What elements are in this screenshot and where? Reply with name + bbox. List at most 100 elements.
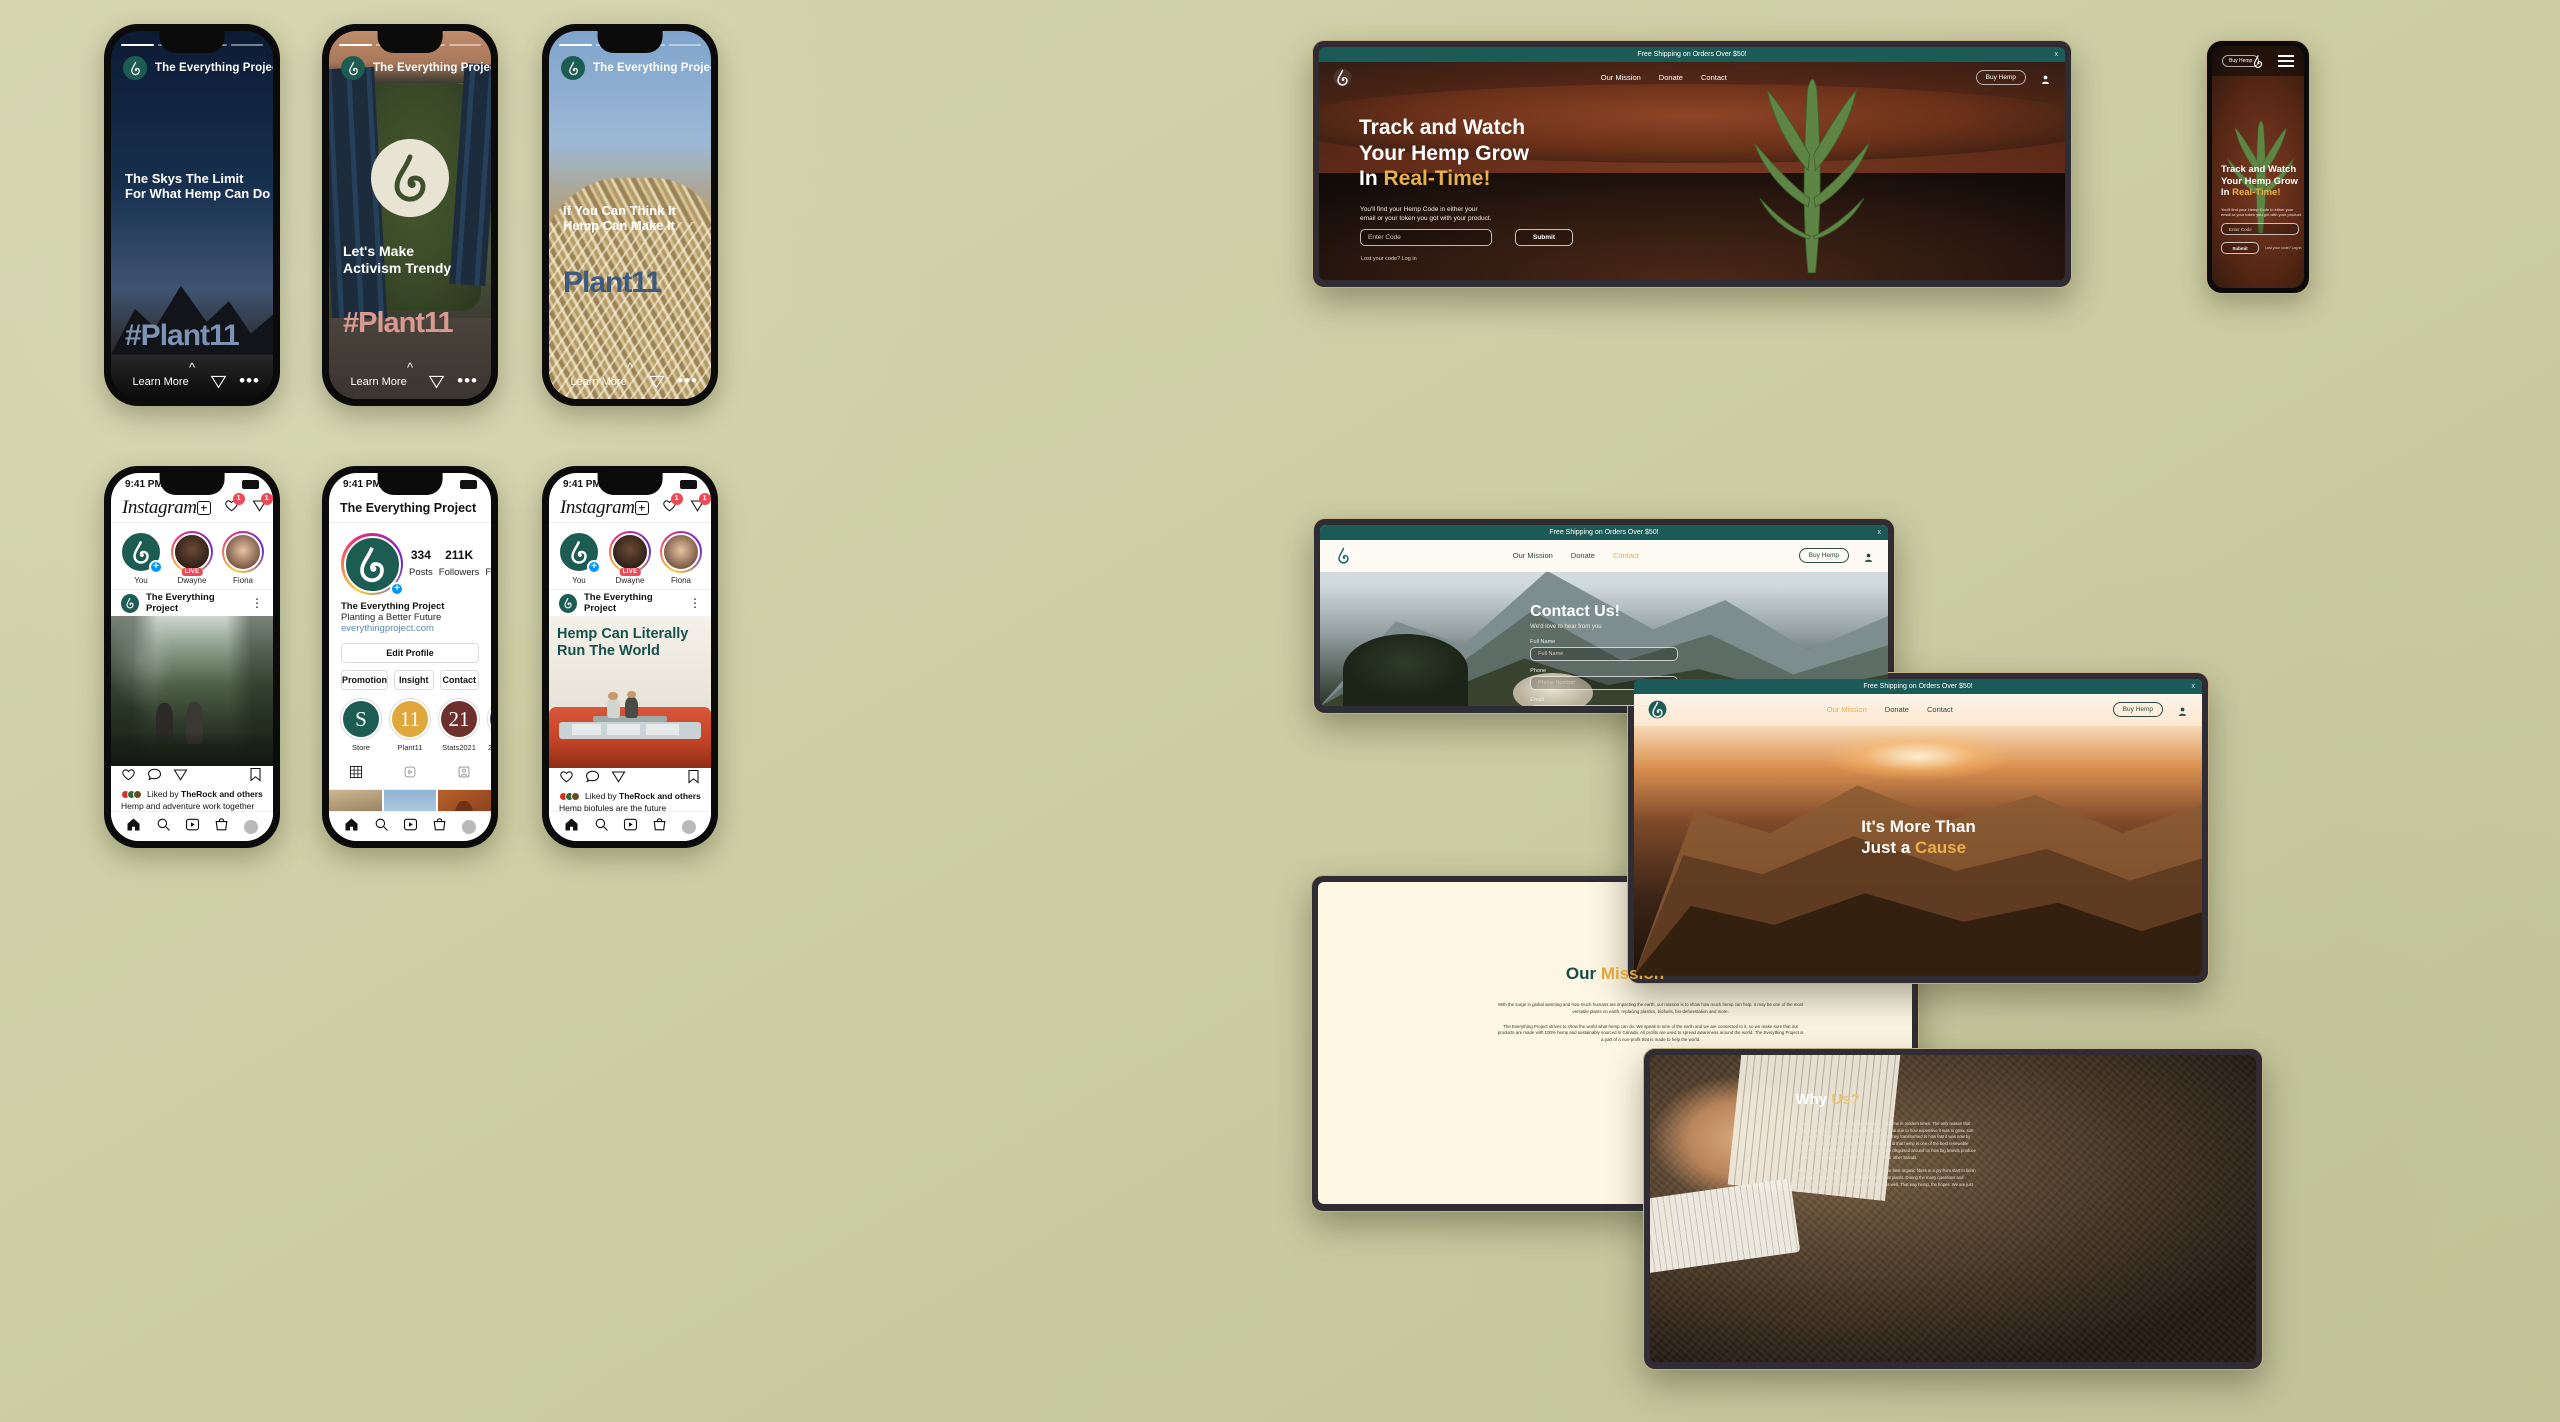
lost-code-link[interactable]: Lost your code? Log in: [2265, 246, 2301, 250]
direct-message-icon[interactable]: 1: [690, 492, 711, 518]
profile-content-tabs[interactable]: [329, 758, 491, 790]
tab-home-icon[interactable]: [564, 817, 579, 837]
bio-website-link[interactable]: everythingproject.com: [341, 623, 479, 634]
user-icon[interactable]: [2177, 704, 2188, 716]
story-cta-learn-more[interactable]: Learn More: [329, 376, 428, 388]
site-logo-icon[interactable]: [1334, 546, 1353, 565]
highlight-store[interactable]: S Store: [341, 699, 381, 752]
tab-reels-icon[interactable]: [623, 817, 638, 837]
tab-search-icon[interactable]: [594, 817, 609, 837]
stories-tray[interactable]: + You LIVE Dwayne Fiona Ken Jerm: [111, 523, 273, 590]
tab-home-icon[interactable]: [126, 817, 141, 837]
promo-close-icon[interactable]: x: [2192, 683, 2196, 690]
nav-link-donate[interactable]: Donate: [1659, 73, 1683, 82]
story-highlights[interactable]: S Store 11 Plant11 21 Stats2021 22 2022 …: [329, 690, 491, 752]
tab-reels-icon[interactable]: [403, 765, 417, 784]
hamburger-menu-icon[interactable]: [2278, 55, 2294, 67]
more-options-icon[interactable]: •••: [457, 372, 478, 389]
more-options-icon[interactable]: •••: [677, 372, 698, 389]
tab-profile-avatar[interactable]: [461, 819, 476, 834]
contact-button[interactable]: Contact: [439, 670, 479, 690]
nav-link-donate[interactable]: Donate: [1571, 551, 1595, 560]
buy-hemp-button[interactable]: Buy Hemp: [1798, 547, 1849, 563]
site-logo-icon[interactable]: [2251, 54, 2266, 69]
tab-reels-icon[interactable]: [403, 817, 418, 837]
tab-grid-icon[interactable]: [349, 765, 363, 784]
liked-by-name[interactable]: TheRock: [181, 789, 217, 799]
highlight-stats2021[interactable]: 21 Stats2021: [439, 699, 479, 752]
buy-hemp-button[interactable]: Buy Hemp: [1975, 69, 2026, 85]
bottom-tab-bar[interactable]: [329, 811, 491, 841]
nav-link-our-mission[interactable]: Our Mission: [1513, 551, 1553, 560]
bookmark-icon[interactable]: [686, 769, 701, 789]
promo-close-icon[interactable]: x: [1878, 529, 1882, 536]
nav-link-our-mission[interactable]: Our Mission: [1601, 73, 1641, 82]
send-icon[interactable]: [428, 373, 445, 390]
stories-tray[interactable]: + You LIVE Dwayne Fiona Ken Jerm: [549, 523, 711, 590]
bookmark-icon[interactable]: [248, 767, 263, 787]
activity-heart-icon[interactable]: 1: [224, 492, 245, 518]
liked-by-name[interactable]: TheRock: [619, 791, 655, 801]
send-icon[interactable]: [210, 373, 227, 390]
send-icon[interactable]: [648, 373, 665, 390]
user-icon[interactable]: [1863, 550, 1874, 562]
post-more-options-icon[interactable]: ⋮: [251, 597, 263, 609]
hemp-code-input[interactable]: Enter Code: [1360, 229, 1492, 246]
full-name-input[interactable]: Full Name: [1530, 647, 1679, 661]
story-cta-learn-more[interactable]: Learn More: [549, 376, 648, 388]
promo-close-icon[interactable]: x: [2055, 51, 2059, 58]
insight-button[interactable]: Insight: [394, 670, 434, 690]
story-item-you[interactable]: + You: [558, 531, 601, 585]
tab-shop-icon[interactable]: [432, 817, 447, 837]
profile-avatar[interactable]: +: [341, 533, 404, 596]
tab-tagged-icon[interactable]: [457, 765, 471, 784]
add-story-icon[interactable]: +: [390, 582, 404, 596]
edit-profile-button[interactable]: Edit Profile: [341, 643, 479, 663]
buy-hemp-button[interactable]: Buy Hemp: [2112, 701, 2163, 717]
tab-shop-icon[interactable]: [214, 817, 229, 837]
bottom-tab-bar[interactable]: [111, 811, 273, 841]
nav-links[interactable]: Our Mission Donate Contact: [1513, 551, 1639, 560]
activity-heart-icon[interactable]: 1: [662, 492, 683, 518]
add-story-icon[interactable]: +: [587, 560, 601, 574]
story-item-fiona[interactable]: Fiona: [222, 531, 264, 585]
tab-profile-avatar[interactable]: [681, 819, 696, 834]
comment-icon[interactable]: [147, 767, 162, 787]
promotion-button[interactable]: Promotion: [341, 670, 388, 690]
tab-shop-icon[interactable]: [652, 817, 667, 837]
story-cta-learn-more[interactable]: Learn More: [111, 376, 210, 388]
hemp-code-input[interactable]: Enter Code: [2221, 223, 2299, 235]
stat-followers[interactable]: 211K Followers: [439, 548, 480, 580]
post-more-options-icon[interactable]: ⋮: [689, 597, 701, 609]
add-story-icon[interactable]: +: [149, 560, 163, 574]
share-icon[interactable]: [611, 769, 626, 789]
nav-link-contact[interactable]: Contact: [1613, 551, 1639, 560]
post-author-name[interactable]: The Everything Project: [584, 592, 682, 614]
stat-following[interactable]: 134 Following: [485, 548, 491, 580]
story-item-fiona[interactable]: Fiona: [660, 531, 702, 585]
tab-reels-icon[interactable]: [185, 817, 200, 837]
more-options-icon[interactable]: •••: [239, 372, 260, 389]
submit-button[interactable]: Submit: [1515, 229, 1573, 246]
tab-profile-avatar[interactable]: [243, 819, 258, 834]
like-icon[interactable]: [121, 767, 136, 787]
new-post-icon[interactable]: [196, 500, 211, 515]
highlight-2022-trends[interactable]: 22 2022 Trends: [488, 699, 491, 752]
nav-link-contact[interactable]: Contact: [1701, 73, 1727, 82]
highlight-plant11[interactable]: 11 Plant11: [390, 699, 430, 752]
tab-home-icon[interactable]: [344, 817, 359, 837]
user-icon[interactable]: [2040, 72, 2051, 84]
site-logo-icon[interactable]: [1648, 700, 1667, 719]
nav-links[interactable]: Our Mission Donate Contact: [1827, 705, 1953, 714]
story-item-dwayne[interactable]: LIVE Dwayne: [171, 531, 213, 585]
nav-link-donate[interactable]: Donate: [1885, 705, 1909, 714]
story-item-dwayne[interactable]: LIVE Dwayne: [609, 531, 651, 585]
bottom-tab-bar[interactable]: [549, 811, 711, 841]
post-author-name[interactable]: The Everything Project: [146, 592, 244, 614]
comment-icon[interactable]: [585, 769, 600, 789]
tab-search-icon[interactable]: [374, 817, 389, 837]
like-icon[interactable]: [559, 769, 574, 789]
nav-links[interactable]: Our Mission Donate Contact: [1601, 73, 1727, 82]
share-icon[interactable]: [173, 767, 188, 787]
lost-code-link[interactable]: Lost your code? Log in: [1361, 256, 1417, 262]
